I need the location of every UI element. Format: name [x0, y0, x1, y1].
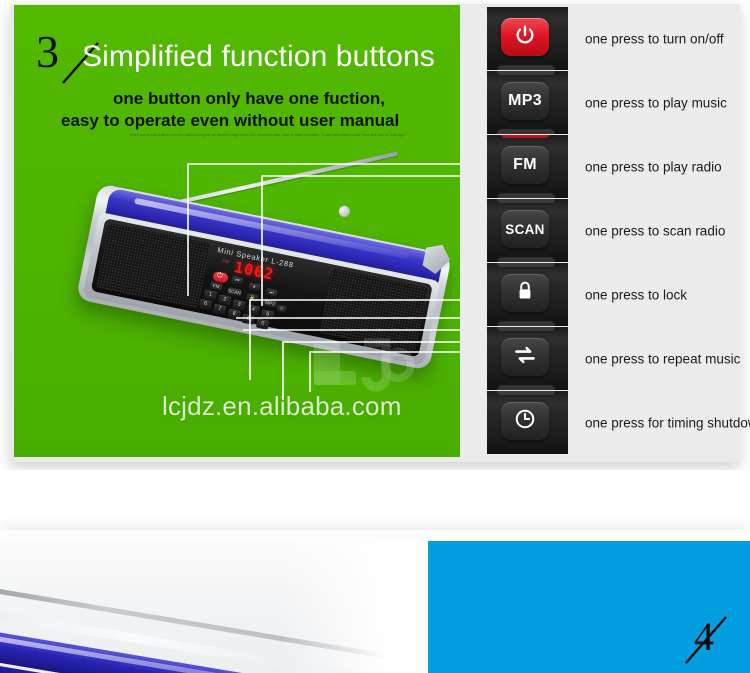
- step-number: 3: [36, 26, 59, 77]
- power-icon: [514, 24, 536, 51]
- fine-print-paragraph: When one press it were in to the radio d…: [129, 133, 406, 137]
- step-slash-icon-4: [685, 616, 727, 664]
- speaker-play-key[interactable]: ⏵: [248, 282, 261, 292]
- button-caption-lock: one press to lock: [585, 287, 688, 302]
- button-caption-mp3: one press to play music: [585, 95, 727, 110]
- speaker-num-6[interactable]: 6: [198, 298, 213, 310]
- bottom-section: 4: [0, 470, 750, 673]
- lock-key[interactable]: [501, 274, 549, 312]
- button-caption-power: one press to turn on/off: [585, 31, 724, 46]
- speaker-num-9[interactable]: 9: [241, 313, 256, 325]
- speaker-grille-left: [95, 222, 211, 309]
- repeat-icon: [513, 345, 537, 370]
- fm-icon: FM: [513, 156, 537, 173]
- button-row-power[interactable]: one press to turn on/off: [460, 7, 740, 70]
- mp3-key[interactable]: MP3: [501, 82, 549, 120]
- subtitle-line-2: easy to operate even without user manual: [61, 111, 400, 130]
- speaker-next-key[interactable]: ⏭: [265, 287, 278, 297]
- button-thumbnail-fm: FM: [487, 135, 568, 198]
- button-caption-fm: one press to play radio: [585, 159, 722, 174]
- red-key-sliver: [501, 135, 549, 138]
- speaker-mp3-key[interactable]: MP3: [262, 298, 278, 309]
- scan-icon: SCAN: [505, 221, 545, 237]
- button-row-scan[interactable]: SCAN one press to scan radio: [460, 199, 740, 262]
- speaker-control-panel: Mini Speaker L-288 FM 1062 ⏮ ⏵ ⏭ FM SCAN…: [198, 243, 330, 334]
- fm-key[interactable]: FM: [501, 146, 549, 184]
- button-row-fm[interactable]: FM one press to play radio: [460, 135, 740, 198]
- top-section: 3 Simplified function buttons one button…: [0, 0, 750, 470]
- button-thumbnail-mp3: MP3: [487, 71, 568, 134]
- timer-key[interactable]: [501, 402, 549, 440]
- subtitle-line-1: one button only have one fuction,: [113, 89, 385, 108]
- function-button-list: one press to turn on/off MP3 one press t…: [460, 5, 750, 457]
- speaker-fm-key[interactable]: FM: [209, 281, 223, 291]
- speaker-lock-key[interactable]: 🔒: [246, 293, 259, 303]
- button-caption-timer: one press for timing shutdown: [585, 415, 750, 430]
- button-thumbnail-scan: SCAN: [487, 199, 568, 262]
- product-photo-fade: [280, 541, 430, 673]
- button-caption-scan: one press to scan radio: [585, 223, 726, 238]
- button-thumbnail-power: [487, 7, 568, 70]
- repeat-key[interactable]: [501, 338, 549, 376]
- speaker-prev-key[interactable]: ⏮: [231, 275, 244, 285]
- mp3-icon: MP3: [508, 92, 542, 109]
- button-caption-repeat: one press to repeat music: [585, 351, 741, 366]
- button-row-lock[interactable]: one press to lock: [460, 263, 740, 326]
- page-title: Simplified function buttons: [82, 40, 435, 73]
- button-row-timer[interactable]: one press for timing shutdown: [460, 391, 750, 454]
- green-hero-panel: 3 Simplified function buttons one button…: [14, 5, 460, 457]
- power-key[interactable]: [501, 18, 549, 56]
- antenna-tip: [337, 204, 351, 218]
- speaker-num-0[interactable]: 0: [255, 318, 270, 330]
- speaker-num-8[interactable]: 8: [227, 308, 241, 320]
- watermark-url: lcjdz.en.alibaba.com: [162, 391, 402, 421]
- led-unit-label: FM: [221, 258, 230, 265]
- watermark-logo: [312, 337, 432, 399]
- clock-icon: [514, 408, 536, 435]
- button-thumbnail-repeat: [487, 327, 568, 390]
- button-row-repeat[interactable]: one press to repeat music: [460, 327, 740, 390]
- speaker-timer-key[interactable]: ⏱: [276, 304, 287, 313]
- heading-row: 3 Simplified function buttons: [36, 26, 456, 93]
- button-thumbnail-lock: [487, 263, 568, 326]
- button-thumbnail-timer: [487, 391, 568, 454]
- scan-key[interactable]: SCAN: [501, 210, 549, 248]
- speaker-scan-key[interactable]: SCAN: [226, 287, 242, 297]
- blue-hero-panel: 4: [428, 541, 750, 673]
- speaker-num-7[interactable]: 7: [212, 303, 227, 315]
- product-photo-closeup: [0, 541, 430, 673]
- lock-icon: [515, 280, 535, 307]
- button-row-mp3[interactable]: MP3 one press to play music: [460, 71, 740, 134]
